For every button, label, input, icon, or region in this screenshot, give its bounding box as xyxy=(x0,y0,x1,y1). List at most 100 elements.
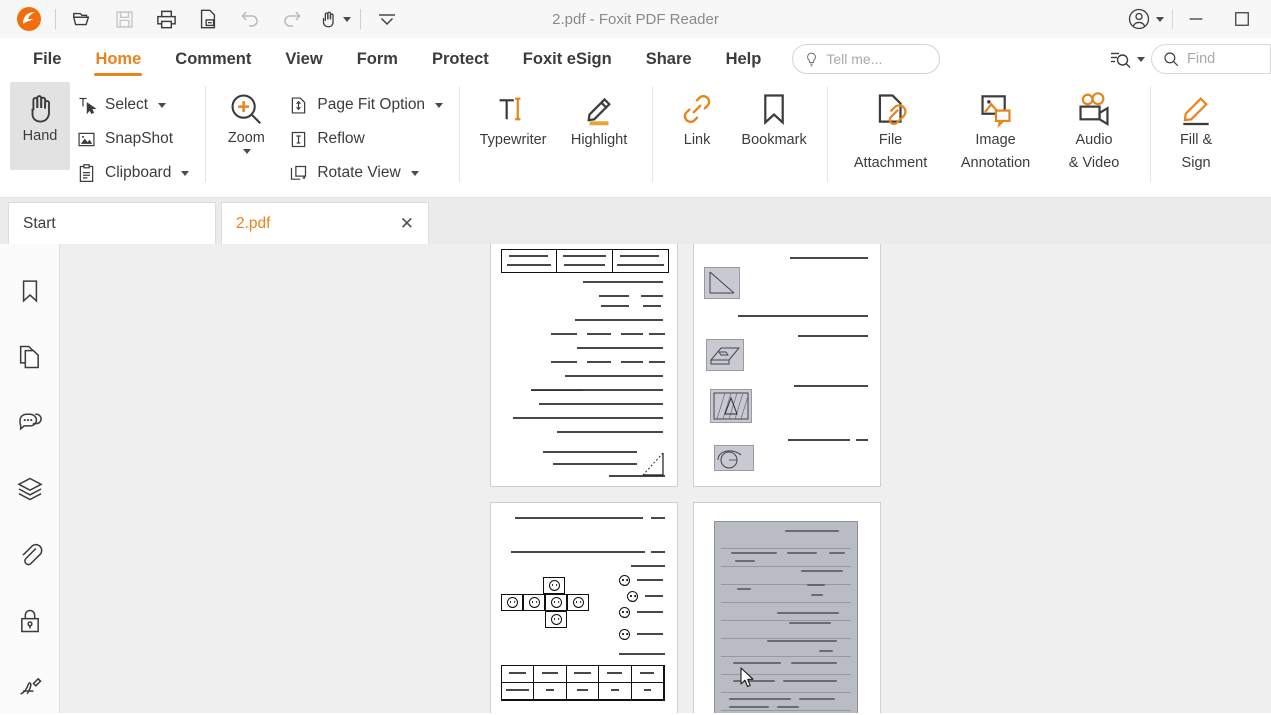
rotate-view-button[interactable]: Rotate View xyxy=(282,156,449,190)
typewriter-button[interactable]: Typewriter xyxy=(470,82,556,178)
tab-home[interactable]: Home xyxy=(78,38,158,80)
image-annotation-label-2: Annotation xyxy=(960,154,1031,171)
chevron-down-icon[interactable] xyxy=(181,170,190,176)
chevron-down-icon[interactable] xyxy=(410,170,419,176)
tab-comment[interactable]: Comment xyxy=(158,38,268,80)
bookmark-label: Bookmark xyxy=(741,132,807,148)
ribbon-group-tools: Hand Select SnapShot Clipboard xyxy=(0,82,195,190)
file-attachment-button[interactable]: File Attachment xyxy=(838,82,943,178)
tab-file[interactable]: File xyxy=(16,38,78,80)
hand-tool-label: Hand xyxy=(22,128,58,144)
tab-view[interactable]: View xyxy=(268,38,339,80)
bookmarks-panel-icon[interactable] xyxy=(13,274,47,308)
hand-icon xyxy=(31,95,50,123)
window-controls xyxy=(1119,0,1265,38)
table-cell xyxy=(613,250,668,272)
emoji-box xyxy=(501,594,523,611)
ribbon-divider-1 xyxy=(205,86,207,182)
save-icon[interactable] xyxy=(103,1,145,37)
chevron-down-icon[interactable] xyxy=(158,102,167,108)
pdf-page-1[interactable] xyxy=(490,244,678,487)
advanced-search-icon xyxy=(1111,52,1131,68)
redo-icon[interactable] xyxy=(271,1,313,37)
rotate-view-icon xyxy=(291,165,307,180)
attachments-panel-icon[interactable] xyxy=(13,538,47,572)
page2-figure-3d xyxy=(706,339,744,371)
zoom-label: Zoom xyxy=(227,130,265,146)
tab-foxit-esign[interactable]: Foxit eSign xyxy=(506,38,629,80)
snapshot-button[interactable]: SnapShot xyxy=(70,122,195,156)
fill-sign-label-1: Fill & xyxy=(1179,132,1213,148)
emoji-box xyxy=(545,611,567,628)
close-icon[interactable]: ✕ xyxy=(388,215,414,232)
comments-panel-icon[interactable] xyxy=(13,406,47,440)
smiley-icon xyxy=(550,597,562,608)
customize-toolbar-icon[interactable] xyxy=(366,1,408,37)
doc-tab-start-label: Start xyxy=(23,214,56,232)
link-button[interactable]: Link xyxy=(663,82,731,178)
link-icon xyxy=(683,94,711,124)
image-annotation-button[interactable]: Image Annotation xyxy=(943,82,1048,178)
bookmark-icon xyxy=(764,94,784,125)
signatures-panel-icon[interactable] xyxy=(13,670,47,704)
account-button[interactable] xyxy=(1119,7,1172,31)
page-thumbnails-panel-icon[interactable] xyxy=(13,340,47,374)
print-preview-icon[interactable] xyxy=(187,1,229,37)
pdf-page-2[interactable] xyxy=(693,244,881,487)
ribbon-toolbar: Hand Select SnapShot Clipboard Zoom Page… xyxy=(0,80,1271,198)
smiley-icon xyxy=(619,629,630,640)
table-cell xyxy=(631,683,664,700)
page-grid xyxy=(490,244,881,713)
clipboard-button[interactable]: Clipboard xyxy=(70,156,195,190)
tell-me-search[interactable]: Tell me... xyxy=(792,44,941,74)
document-viewer[interactable] xyxy=(60,244,1271,713)
print-icon[interactable] xyxy=(145,1,187,37)
page4-scanned-photo xyxy=(714,521,858,713)
zoom-button[interactable]: Zoom xyxy=(216,82,276,170)
minimize-button[interactable] xyxy=(1173,0,1219,38)
doc-tab-2pdf[interactable]: 2.pdf ✕ xyxy=(221,202,429,244)
tab-protect[interactable]: Protect xyxy=(415,38,506,80)
select-button[interactable]: Select xyxy=(70,88,195,122)
table-cell xyxy=(502,666,535,683)
tab-help[interactable]: Help xyxy=(709,38,779,80)
pdf-page-3[interactable] xyxy=(490,502,678,713)
maximize-button[interactable] xyxy=(1219,0,1265,38)
quick-access-toolbar xyxy=(0,1,408,37)
title-bar: 2.pdf - Foxit PDF Reader xyxy=(0,0,1271,38)
chevron-down-icon[interactable] xyxy=(1137,56,1145,62)
fill-sign-icon xyxy=(1183,97,1209,126)
toolbar-divider xyxy=(55,9,56,29)
page1-header-table xyxy=(501,249,669,273)
chevron-down-icon[interactable] xyxy=(343,16,351,22)
chevron-down-icon[interactable] xyxy=(243,149,252,155)
file-attachment-label-1: File xyxy=(878,132,903,148)
tab-share[interactable]: Share xyxy=(629,38,709,80)
fill-sign-button[interactable]: Fill & Sign xyxy=(1161,82,1231,178)
typewriter-icon xyxy=(499,97,521,121)
tab-form[interactable]: Form xyxy=(340,38,415,80)
menu-bar: File Home Comment View Form Protect Foxi… xyxy=(0,38,1271,80)
chevron-down-icon[interactable] xyxy=(1156,16,1164,22)
table-cell xyxy=(631,666,664,683)
foxit-logo[interactable] xyxy=(8,1,50,37)
chevron-down-icon[interactable] xyxy=(435,102,444,108)
hand-tool-icon[interactable] xyxy=(313,1,355,37)
page-fit-option-button[interactable]: Page Fit Option xyxy=(282,88,449,122)
find-input[interactable]: Find xyxy=(1151,44,1271,74)
find-area: Find xyxy=(1108,44,1271,74)
bookmark-button[interactable]: Bookmark xyxy=(731,82,817,178)
open-icon[interactable] xyxy=(61,1,103,37)
hand-tool-button[interactable]: Hand xyxy=(10,82,70,170)
pdf-page-4[interactable] xyxy=(693,502,881,713)
table-cell xyxy=(566,666,600,683)
audio-video-button[interactable]: Audio & Video xyxy=(1048,82,1140,178)
undo-icon[interactable] xyxy=(229,1,271,37)
reflow-button[interactable]: Reflow xyxy=(282,122,449,156)
highlight-button[interactable]: Highlight xyxy=(556,82,642,178)
layers-panel-icon[interactable] xyxy=(13,472,47,506)
advanced-search-button[interactable] xyxy=(1108,47,1145,71)
security-panel-icon[interactable] xyxy=(13,604,47,638)
clipboard-icon xyxy=(79,163,94,182)
doc-tab-start[interactable]: Start xyxy=(8,202,216,244)
